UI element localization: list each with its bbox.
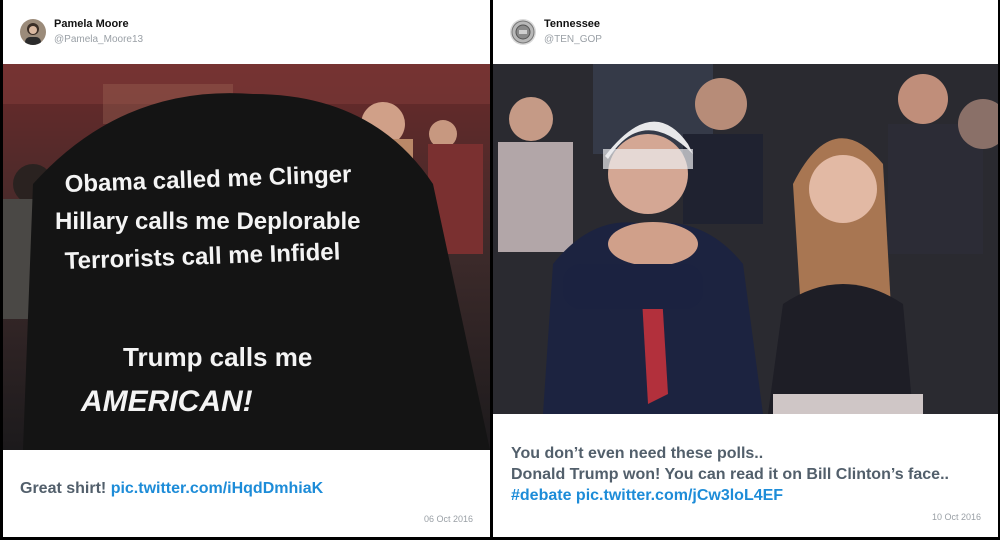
tweet-photo[interactable]: Obama called me Clinger Hillary calls me…	[3, 64, 490, 450]
user-handle[interactable]: @Pamela_Moore13	[54, 34, 143, 45]
tweet-header: Pamela Moore @Pamela_Moore13	[3, 0, 490, 64]
tweet-body: Great shirt!	[20, 480, 111, 497]
tweet-date[interactable]: 06 Oct 2016	[424, 514, 473, 524]
svg-text:Hillary calls me Deplorable: Hillary calls me Deplorable	[55, 208, 360, 235]
display-name[interactable]: Pamela Moore	[54, 18, 129, 30]
photo-link[interactable]: pic.twitter.com/iHqdDmhiaK	[111, 480, 323, 497]
svg-text:AMERICAN!: AMERICAN!	[80, 385, 253, 418]
tweet-photo[interactable]	[493, 64, 998, 414]
tweet-date[interactable]: 10 Oct 2016	[932, 512, 981, 522]
tweet-card-pamela-moore[interactable]: Pamela Moore @Pamela_Moore13 Obama calle…	[3, 0, 490, 537]
avatar[interactable]	[510, 19, 536, 45]
tweet-line-2: Donald Trump won! You can read it on Bil…	[511, 466, 949, 483]
hashtag-debate[interactable]: #debate	[511, 487, 571, 504]
avatar[interactable]	[20, 19, 46, 45]
tweet-text: Great shirt! pic.twitter.com/iHqdDmhiaK	[20, 478, 323, 499]
user-handle[interactable]: @TEN_GOP	[544, 34, 602, 45]
tweet-card-tennessee[interactable]: Tennessee @TEN_GOP You don’t even need t…	[493, 0, 998, 537]
display-name[interactable]: Tennessee	[544, 18, 600, 30]
svg-text:Trump calls me: Trump calls me	[123, 342, 312, 372]
photo-link[interactable]: pic.twitter.com/jCw3loL4EF	[576, 487, 783, 504]
tweet-header: Tennessee @TEN_GOP	[493, 0, 998, 64]
tweet-text: You don’t even need these polls.. Donald…	[511, 443, 949, 506]
tweet-line-1: You don’t even need these polls..	[511, 445, 764, 462]
